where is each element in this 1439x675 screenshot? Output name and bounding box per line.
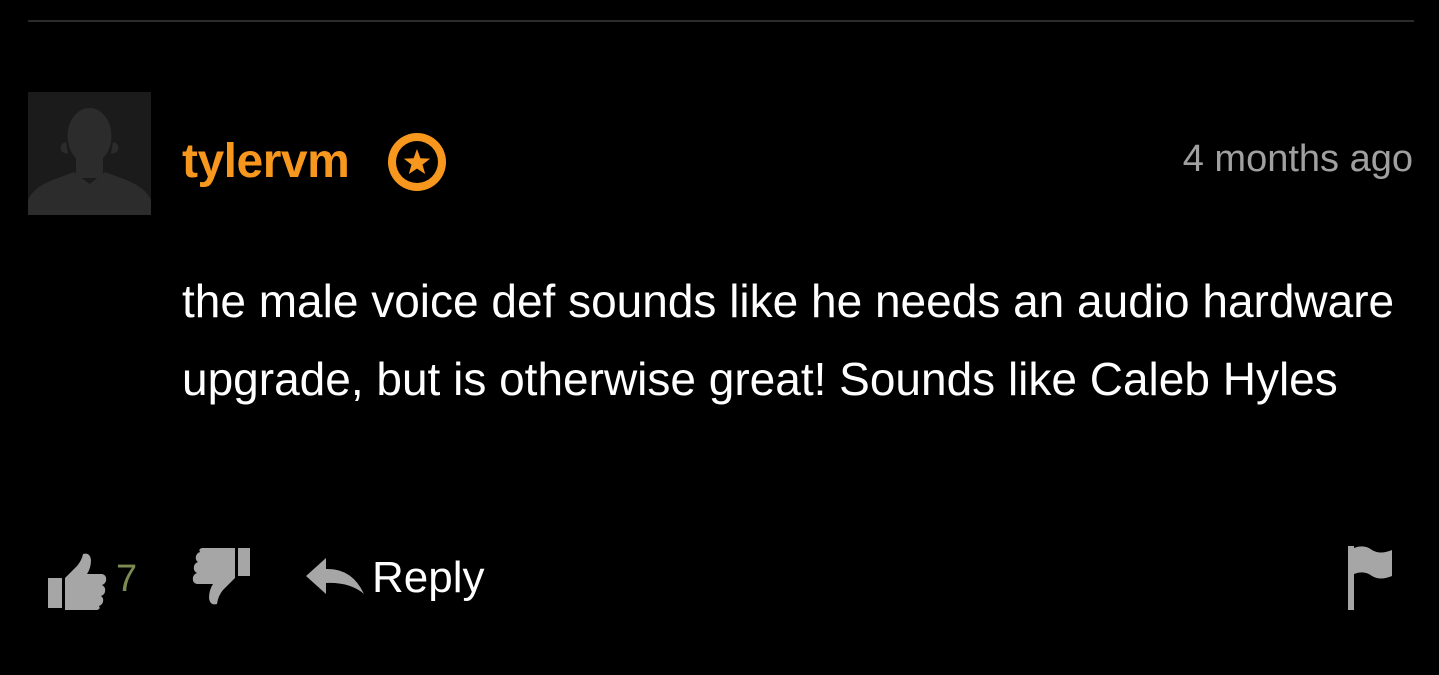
comment-page: tylervm 4 months ago the male voice def … — [0, 0, 1439, 675]
username-link[interactable]: tylervm — [182, 134, 350, 190]
reply-label: Reply — [372, 553, 485, 602]
like-count: 7 — [116, 558, 138, 600]
reply-arrow-icon — [306, 558, 364, 594]
reply-button[interactable]: Reply — [306, 548, 485, 608]
thumbs-down-icon[interactable] — [190, 546, 252, 606]
star-badge-icon — [388, 133, 446, 191]
flag-icon[interactable] — [1346, 544, 1394, 610]
comment-actions: 7 Reply — [0, 540, 1439, 620]
top-divider — [28, 20, 1414, 22]
user-avatar[interactable] — [28, 92, 151, 215]
avatar-silhouette-icon — [28, 92, 151, 215]
comment-timestamp: 4 months ago — [1182, 138, 1413, 180]
comment-text: the male voice def sounds like he needs … — [182, 275, 1395, 405]
thumbs-up-icon[interactable] — [46, 552, 108, 610]
